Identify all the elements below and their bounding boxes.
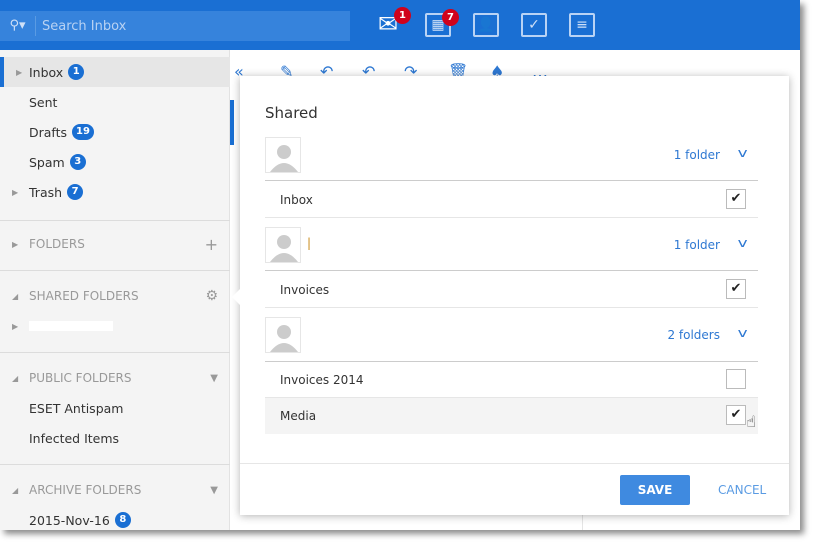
collapse-icon[interactable]: ◢ [12, 374, 18, 383]
sidebar-item-trash[interactable]: ▶ Trash 7 [0, 177, 230, 207]
sidebar: ▶ Inbox 1 Sent Drafts 19 Spam 3 ▶ Trash 7 ▶ FOL… [0, 50, 230, 530]
label: Inbox [29, 64, 64, 80]
label: ESET Antispam [29, 400, 124, 416]
label: Spam [29, 154, 65, 170]
mail-window: ⚲▾ ✉1 ▦7 👤 ✓ ≡ ▶Inbox1 Sent Drafts19 Spa… [0, 0, 800, 530]
folder-checkbox[interactable]: ✔ [726, 279, 746, 299]
folder-row[interactable]: Media ✔ ☝ [265, 398, 758, 434]
owner-row[interactable]: 1 folder v [265, 137, 758, 181]
archive-folder-item[interactable]: 2015-Nov-16 8 [0, 505, 230, 530]
folder-count[interactable]: 2 folders [667, 328, 720, 342]
label: Trash [29, 184, 63, 200]
hand-cursor-icon: ☝ [746, 412, 756, 431]
expand-icon[interactable]: ▶ [16, 68, 22, 77]
public-folder-item[interactable]: Infected Items [0, 423, 230, 453]
count-badge: 1 [68, 64, 85, 80]
mail-badge: 1 [394, 7, 411, 24]
divider [0, 464, 230, 465]
dialog-pointer [232, 288, 241, 306]
divider [0, 352, 230, 353]
owner-row[interactable]: | 1 folder v [265, 227, 758, 271]
expand-icon[interactable]: ▶ [12, 188, 18, 197]
avatar [265, 137, 301, 173]
folder-checkbox[interactable]: ✔ [726, 189, 746, 209]
section-title: ARCHIVE FOLDERS [29, 483, 142, 497]
sidebar-item-sent[interactable]: Sent [0, 87, 230, 117]
folder-name: Invoices [280, 282, 330, 297]
label: Sent [29, 94, 58, 110]
count-badge: 19 [72, 124, 94, 140]
cancel-button[interactable]: CANCEL [718, 483, 766, 497]
redacted-name [29, 321, 113, 331]
count-badge: 3 [69, 154, 86, 170]
folder-row[interactable]: Inbox ✔ [265, 182, 758, 218]
contacts-icon[interactable]: 👤 [473, 13, 499, 37]
sidebar-item-inbox[interactable]: ▶ Inbox 1 [0, 57, 230, 87]
add-folder-icon[interactable]: + [205, 235, 218, 254]
expand-icon[interactable]: ▶ [12, 240, 18, 249]
shared-folder-item[interactable]: ▶ [0, 311, 230, 341]
tasks-icon[interactable]: ✓ [521, 13, 547, 37]
search-icon[interactable]: ⚲▾ [0, 16, 36, 36]
footer-divider [240, 463, 789, 464]
expand-icon[interactable]: ▶ [12, 322, 18, 331]
section-title: PUBLIC FOLDERS [29, 371, 132, 385]
dropdown-icon[interactable]: ▼ [210, 373, 218, 384]
folder-count[interactable]: 1 folder [674, 148, 720, 162]
public-folders-section[interactable]: ◢ PUBLIC FOLDERS ▼ [0, 363, 230, 393]
folder-name: Invoices 2014 [280, 372, 364, 387]
notes-icon[interactable]: ≡ [569, 13, 595, 37]
shared-folders-section[interactable]: ◢ SHARED FOLDERS ⚙ [0, 281, 230, 311]
shared-folders-dialog: Shared 1 folder v Inbox ✔ | 1 folder v Invo… [232, 76, 789, 515]
search-input[interactable] [36, 18, 336, 34]
divider [0, 270, 230, 271]
folder-name: Media [280, 409, 317, 423]
avatar [265, 317, 301, 353]
folder-count[interactable]: 1 folder [674, 238, 720, 252]
public-folder-item[interactable]: ESET Antispam [0, 393, 230, 423]
collapse-icon[interactable]: ◢ [12, 292, 18, 301]
folder-checkbox[interactable]: ✔ [726, 405, 746, 425]
archive-folders-section[interactable]: ◢ ARCHIVE FOLDERS ▼ [0, 475, 230, 505]
collapse-icon[interactable]: ◢ [12, 486, 18, 495]
owner-row[interactable]: 2 folders v [265, 317, 758, 362]
label: 2015-Nov-16 [29, 512, 110, 528]
count-badge: 8 [114, 512, 131, 528]
folder-name: Inbox [280, 192, 313, 207]
calendar-badge: 7 [442, 9, 459, 26]
text-caret: | [307, 236, 312, 250]
mail-icon[interactable]: ✉ 1 [375, 7, 411, 37]
folder-row[interactable]: Invoices 2014 [265, 362, 758, 398]
selection-indicator [230, 100, 234, 145]
folder-row[interactable]: Invoices ✔ [265, 272, 758, 308]
chevron-down-icon[interactable]: v [737, 236, 747, 250]
label: Drafts [29, 124, 68, 140]
folders-section[interactable]: ▶ FOLDERS + [0, 229, 230, 259]
label: Infected Items [29, 430, 120, 446]
sidebar-item-spam[interactable]: Spam 3 [0, 147, 230, 177]
avatar [265, 227, 301, 263]
chevron-down-icon[interactable]: v [737, 146, 747, 160]
count-badge: 7 [67, 184, 84, 200]
section-title: FOLDERS [29, 237, 85, 251]
top-bar: ⚲▾ ✉1 ▦7 👤 ✓ ≡ [0, 0, 800, 50]
calendar-icon[interactable]: ▦ 7 [425, 9, 459, 37]
dropdown-icon[interactable]: ▼ [210, 485, 218, 496]
divider [0, 220, 230, 221]
chevron-down-icon[interactable]: v [737, 326, 747, 340]
section-title: SHARED FOLDERS [29, 289, 139, 303]
search-box[interactable]: ⚲▾ [0, 11, 350, 41]
folder-checkbox[interactable] [726, 369, 746, 389]
save-button[interactable]: SAVE [620, 475, 690, 505]
gear-icon[interactable]: ⚙ [205, 288, 218, 304]
sidebar-item-drafts[interactable]: Drafts 19 [0, 117, 230, 147]
dialog-title: Shared [265, 104, 318, 122]
